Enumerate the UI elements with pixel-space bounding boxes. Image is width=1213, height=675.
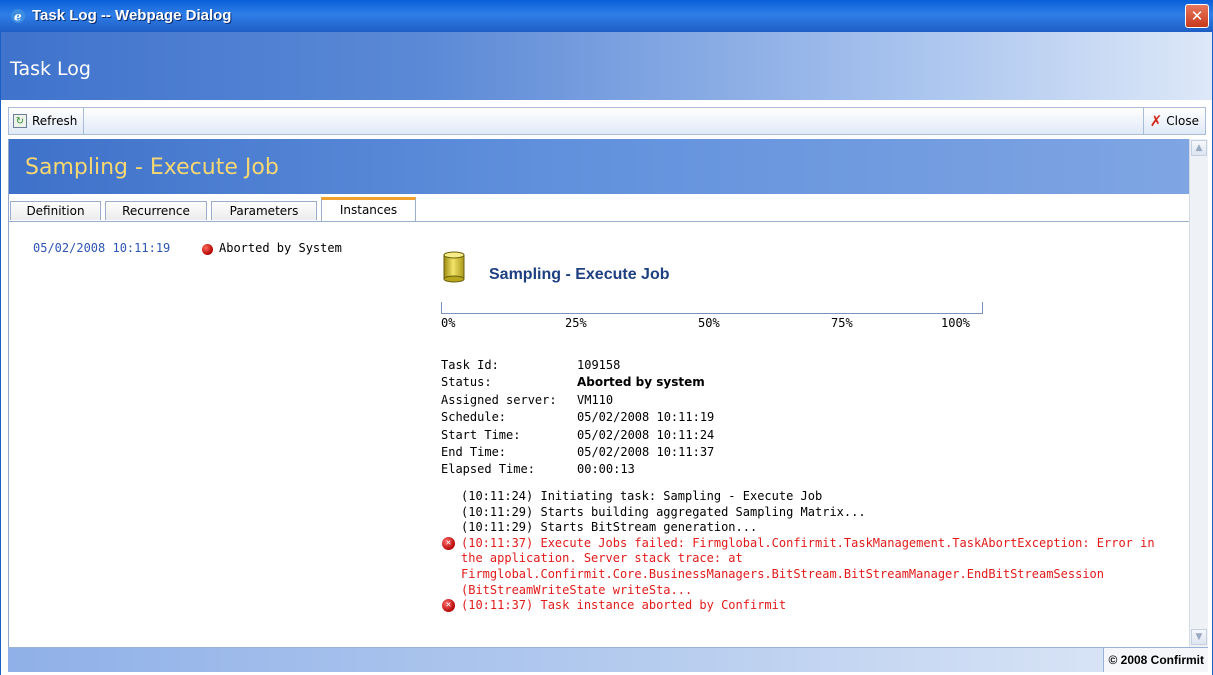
toolbar: ↻ Refresh ✗ Close: [8, 107, 1206, 135]
progress-tick: 25%: [565, 316, 587, 330]
close-button[interactable]: ✗ Close: [1142, 108, 1205, 134]
log-error: ✕ (10:11:37) Task instance aborted by Co…: [441, 598, 1181, 614]
status-red-dot-icon: [202, 244, 213, 255]
tab-strip: Definition Recurrence Parameters Instanc…: [9, 194, 1189, 222]
log-line: (10:11:29) Starts building aggregated Sa…: [461, 504, 866, 519]
close-label: Close: [1166, 114, 1199, 128]
detail-label: Task Id:: [441, 358, 499, 372]
footer-bar: © 2008 Confirmit: [8, 647, 1208, 672]
detail-row: Assigned server: VM110: [441, 392, 714, 409]
instance-link[interactable]: 05/02/2008 10:11:19: [33, 241, 170, 255]
tab-recurrence[interactable]: Recurrence: [105, 201, 207, 220]
refresh-button[interactable]: ↻ Refresh: [9, 108, 85, 134]
vertical-scrollbar[interactable]: ▲ ▼: [1189, 139, 1208, 647]
database-icon: [443, 251, 465, 283]
log-line: (10:11:29) Starts BitStream generation..…: [461, 520, 758, 535]
scroll-down-arrow-icon[interactable]: ▼: [1191, 629, 1207, 645]
detail-label: Elapsed Time:: [441, 462, 535, 477]
detail-row: Start Time: 05/02/2008 10:11:24: [441, 427, 714, 444]
close-x-icon: ✗: [1149, 112, 1163, 130]
window-titlebar: e Task Log -- Webpage Dialog ✕: [0, 0, 1213, 32]
copyright: © 2008 Confirmit: [1103, 648, 1208, 672]
detail-value: VM110: [577, 392, 614, 407]
job-banner: Sampling - Execute Job: [9, 139, 1189, 194]
window-close-button[interactable]: ✕: [1185, 4, 1209, 28]
ie-logo-icon: e: [11, 9, 25, 24]
progress-tick: 50%: [698, 316, 720, 330]
tab-instances[interactable]: Instances: [321, 197, 416, 221]
log-line: (10:11:24) Initiating task: Sampling - E…: [461, 489, 823, 503]
detail-value: 00:00:13: [577, 462, 635, 477]
scroll-up-arrow-icon[interactable]: ▲: [1191, 140, 1207, 156]
log-error-text: (10:11:37) Task instance aborted by Conf…: [461, 598, 787, 613]
page-title: Task Log: [10, 58, 91, 80]
tab-definition[interactable]: Definition: [10, 201, 101, 220]
job-heading: Sampling - Execute Job: [489, 266, 670, 283]
log-error-text: (10:11:37) Execute Jobs failed: Firmglob…: [461, 535, 1155, 597]
detail-label: Schedule:: [441, 410, 507, 425]
detail-value: 05/02/2008 10:11:37: [577, 445, 715, 460]
detail-row: Status: Aborted by system: [441, 374, 714, 391]
detail-label: Assigned server:: [441, 392, 557, 407]
job-banner-title: Sampling - Execute Job: [25, 155, 279, 180]
detail-label: Status:: [441, 375, 492, 390]
progress-ticks: 0% 25% 50% 75% 100%: [441, 316, 1011, 332]
window-frame-left: [0, 32, 1, 675]
svg-text:e: e: [14, 10, 22, 24]
progress-tick: 0%: [441, 316, 456, 330]
detail-value: 05/02/2008 10:11:24: [577, 427, 715, 442]
refresh-label: Refresh: [32, 114, 78, 128]
tab-parameters[interactable]: Parameters: [211, 201, 317, 220]
task-log: (10:11:24) Initiating task: Sampling - E…: [441, 489, 1181, 614]
header-band: Task Log: [1, 32, 1212, 100]
detail-row: Schedule: 05/02/2008 10:11:19: [441, 409, 714, 426]
instance-status: Aborted by System: [219, 241, 342, 255]
content-panel: Sampling - Execute Job Definition Recurr…: [8, 139, 1189, 647]
detail-value: 109158: [577, 358, 621, 372]
detail-label: End Time:: [441, 445, 507, 460]
detail-row: Task Id: 109158: [441, 357, 714, 374]
refresh-icon: ↻: [13, 114, 27, 128]
detail-row: Elapsed Time: 00:00:13: [441, 461, 714, 478]
progress-tick: 75%: [831, 316, 853, 330]
task-details: Task Id: 109158 Status: Aborted by system …: [441, 357, 714, 479]
window-title: Task Log -- Webpage Dialog: [32, 7, 232, 24]
error-icon: ✕: [442, 536, 455, 550]
progress-bar: [441, 302, 983, 314]
error-icon: ✕: [442, 599, 455, 613]
log-error: ✕ (10:11:37) Execute Jobs failed: Firmgl…: [441, 536, 1181, 598]
detail-value: 05/02/2008 10:11:19: [577, 410, 715, 425]
detail-label: Start Time:: [441, 427, 521, 442]
detail-value: Aborted by system: [577, 375, 705, 390]
progress-tick: 100%: [941, 316, 970, 330]
detail-row: End Time: 05/02/2008 10:11:37: [441, 444, 714, 461]
